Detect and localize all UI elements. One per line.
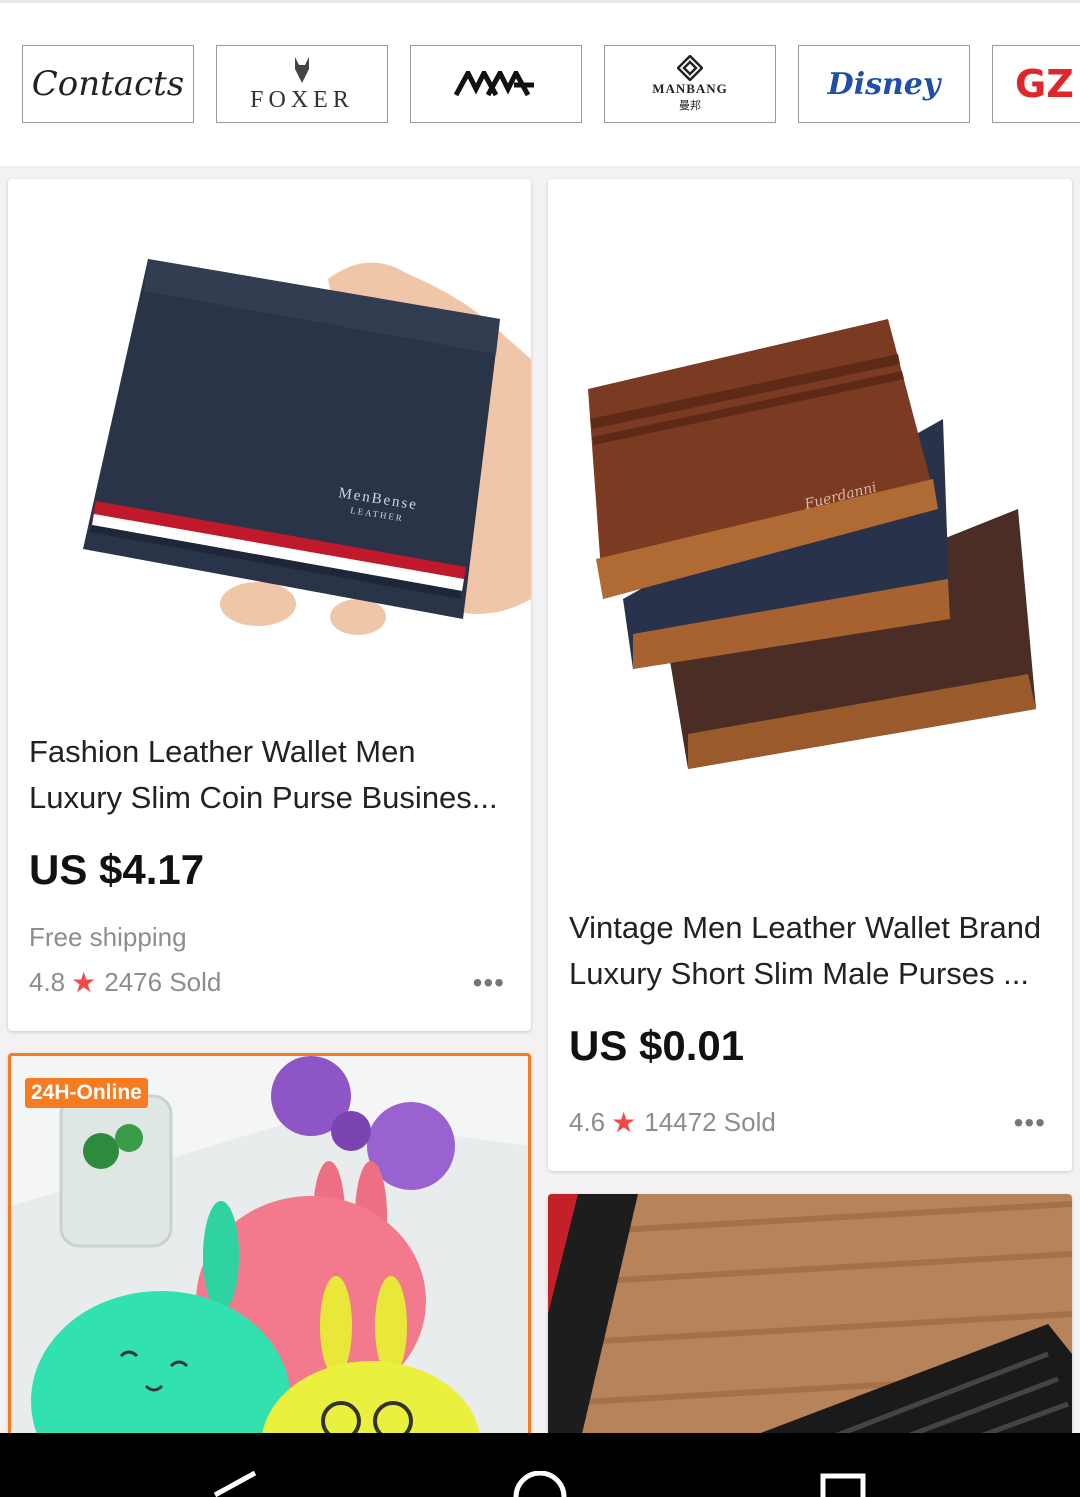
shipping-label: Free shipping xyxy=(29,922,187,952)
brand-manbang-logo: MANBANG xyxy=(652,81,728,96)
product-title: Fashion Leather Wallet Men Luxury Slim C… xyxy=(29,734,498,815)
more-options-icon[interactable]: ••• xyxy=(473,967,505,999)
brand-strip: Contacts FOXER MANBANG 曼邦 Disney GZ xyxy=(0,0,1080,166)
rating-row: 4.6 ★ 14472 Sold ••• xyxy=(569,1106,1046,1139)
brand-manbang[interactable]: MANBANG 曼邦 xyxy=(604,45,776,123)
star-icon: ★ xyxy=(611,1107,637,1138)
product-card[interactable]: Fuerdanni Vintage Men Leather Wallet Bra… xyxy=(548,179,1072,1171)
product-image xyxy=(11,1056,528,1490)
product-image: Fuerdanni xyxy=(548,179,1072,879)
sold-count: 2476 Sold xyxy=(104,967,222,997)
knot-logo-icon xyxy=(677,55,703,81)
product-price: US $4.17 xyxy=(29,846,205,893)
product-image: MenBense LEATHER xyxy=(8,179,531,719)
star-icon: ★ xyxy=(71,967,97,998)
brand-foxer[interactable]: FOXER xyxy=(216,45,388,123)
recents-icon[interactable] xyxy=(815,1473,871,1497)
sold-count: 14472 Sold xyxy=(644,1107,776,1137)
product-title: Vintage Men Leather Wallet Brand Luxury … xyxy=(569,910,1042,991)
brand-contacts[interactable]: Contacts xyxy=(22,45,194,123)
brand-gz[interactable]: GZ xyxy=(992,45,1080,123)
more-options-icon[interactable]: ••• xyxy=(1014,1107,1046,1139)
back-icon[interactable] xyxy=(205,1471,265,1497)
brand-contacts-logo: Contacts xyxy=(31,64,185,104)
product-card[interactable]: 24H-Online xyxy=(8,1053,531,1493)
brand-foxer-logo: FOXER xyxy=(250,86,354,113)
brand-gz-logo: GZ xyxy=(1015,62,1074,106)
brand-mva-logo xyxy=(454,71,534,97)
product-card[interactable]: MenBense LEATHER Fashion Leather Wallet … xyxy=(8,179,531,1031)
fox-logo-icon xyxy=(295,56,309,83)
rating-row: 4.8 ★ 2476 Sold ••• xyxy=(29,966,505,999)
rating-value: 4.8 xyxy=(29,967,66,997)
brand-mva[interactable] xyxy=(410,45,582,123)
brand-manbang-sub: 曼邦 xyxy=(679,100,701,112)
product-price: US $0.01 xyxy=(569,1022,745,1069)
rating-value: 4.6 xyxy=(569,1107,606,1137)
brand-disney[interactable]: Disney xyxy=(798,45,970,123)
system-navigation-bar xyxy=(0,1433,1080,1497)
home-icon[interactable] xyxy=(510,1471,570,1497)
brand-disney-logo: Disney xyxy=(827,66,941,102)
online-badge: 24H-Online xyxy=(25,1078,148,1108)
